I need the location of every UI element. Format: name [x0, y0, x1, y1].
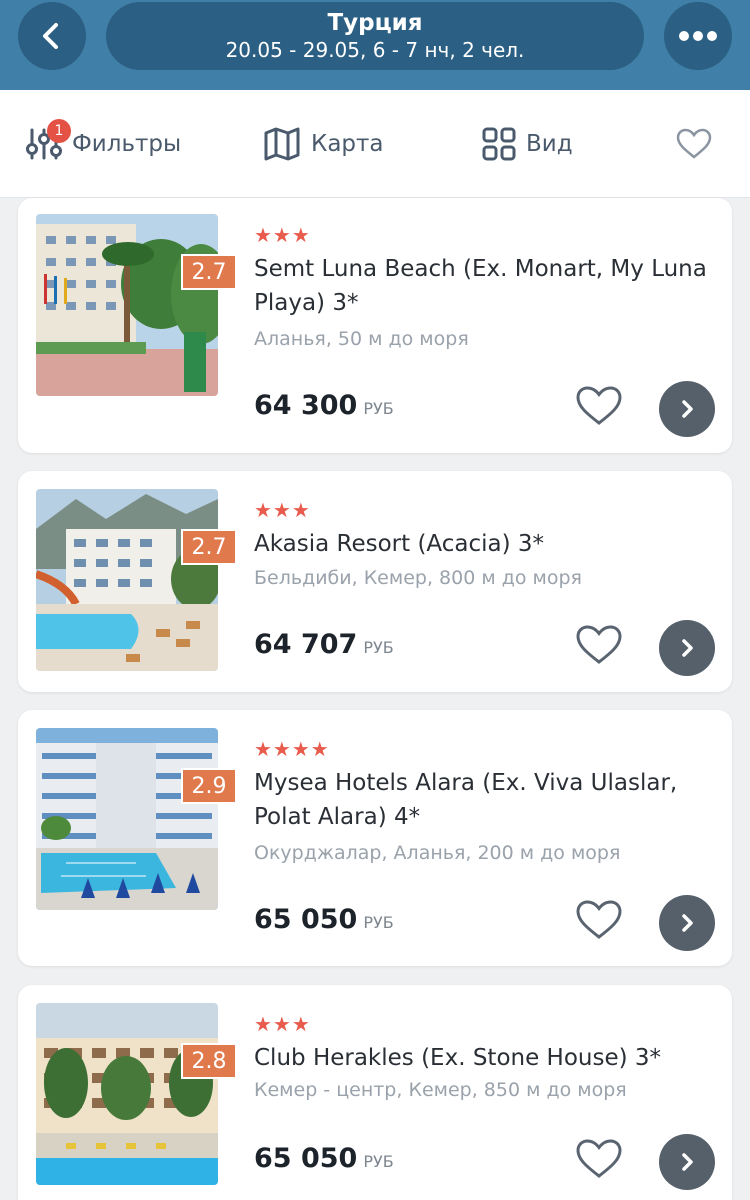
price-value: 64 300 — [254, 390, 358, 421]
hotel-card[interactable]: 2.7 ★★★ Semt Luna Beach (Ex. Monart, My … — [18, 198, 732, 453]
hotel-card[interactable]: 2.8 ★★★ Club Herakles (Ex. Stone House) … — [18, 985, 732, 1200]
page-title: Турция — [327, 9, 423, 36]
rating-badge: 2.7 — [181, 529, 237, 565]
hotel-price: 65 050 РУБ — [254, 1143, 394, 1174]
more-button[interactable] — [664, 2, 732, 70]
view-button[interactable]: Вид — [482, 90, 573, 198]
rating-badge: 2.8 — [181, 1043, 237, 1079]
hotel-photo[interactable] — [36, 1003, 218, 1185]
price-value: 65 050 — [254, 904, 358, 935]
open-hotel-button[interactable] — [659, 1134, 715, 1190]
chevron-right-icon — [682, 400, 693, 418]
filters-label: Фильтры — [72, 131, 182, 157]
hotel-stars: ★★★ — [254, 498, 311, 522]
hotel-price: 64 707 РУБ — [254, 629, 394, 660]
price-currency: РУБ — [363, 913, 394, 932]
rating-badge: 2.7 — [181, 254, 237, 290]
hotel-name[interactable]: Mysea Hotels Alara (Ex. Viva Ulaslar, Po… — [254, 766, 714, 834]
heart-icon — [576, 386, 622, 425]
price-value: 65 050 — [254, 1143, 358, 1174]
hotel-card[interactable]: 2.9 ★★★★ Mysea Hotels Alara (Ex. Viva Ul… — [18, 710, 732, 966]
view-label: Вид — [526, 131, 573, 157]
hotel-price: 64 300 РУБ — [254, 390, 394, 421]
search-summary-button[interactable]: Турция 20.05 - 29.05, 6 - 7 нч, 2 чел. — [106, 2, 644, 70]
open-hotel-button[interactable] — [659, 381, 715, 437]
hotel-location: Кемер - центр, Кемер, 850 м до моря — [254, 1079, 627, 1101]
hotel-stars: ★★★ — [254, 1012, 311, 1036]
rating-badge: 2.9 — [181, 768, 237, 804]
hotel-photo[interactable] — [36, 214, 218, 396]
search-params: 20.05 - 29.05, 6 - 7 нч, 2 чел. — [225, 37, 525, 62]
app-header: Турция 20.05 - 29.05, 6 - 7 нч, 2 чел. — [0, 0, 750, 90]
heart-icon — [576, 625, 622, 664]
hotel-name[interactable]: Club Herakles (Ex. Stone House) 3* — [254, 1041, 714, 1075]
hotel-location: Бельдиби, Кемер, 800 м до моря — [254, 567, 582, 589]
map-label: Карта — [311, 131, 384, 157]
hotel-photo[interactable] — [36, 489, 218, 671]
more-dots-icon — [679, 31, 717, 41]
chevron-right-icon — [682, 639, 693, 657]
heart-icon — [576, 1139, 622, 1178]
open-hotel-button[interactable] — [659, 620, 715, 676]
hotel-name[interactable]: Semt Luna Beach (Ex. Monart, My Luna Pla… — [254, 252, 714, 320]
toolbar: Фильтры 1 Карта Вид — [0, 90, 750, 198]
chevron-right-icon — [682, 914, 693, 932]
hotel-location: Окурджалар, Аланья, 200 м до моря — [254, 842, 621, 864]
favorite-button[interactable] — [574, 895, 624, 945]
price-currency: РУБ — [363, 638, 394, 657]
back-button[interactable] — [18, 2, 86, 70]
hotel-location: Аланья, 50 м до моря — [254, 328, 469, 350]
hotel-card[interactable]: 2.7 ★★★ Akasia Resort (Acacia) 3* Бельди… — [18, 471, 732, 692]
hotel-stars: ★★★ — [254, 223, 311, 247]
heart-icon — [576, 900, 622, 939]
favorites-button[interactable] — [676, 90, 712, 198]
map-button[interactable]: Карта — [263, 90, 384, 198]
hotel-name[interactable]: Akasia Resort (Acacia) 3* — [254, 527, 714, 561]
favorite-button[interactable] — [574, 620, 624, 670]
map-icon — [264, 127, 300, 161]
price-value: 64 707 — [254, 629, 358, 660]
filters-button[interactable]: Фильтры — [26, 90, 181, 198]
open-hotel-button[interactable] — [659, 895, 715, 951]
hotel-price: 65 050 РУБ — [254, 904, 394, 935]
favorite-button[interactable] — [574, 1134, 624, 1184]
filters-count-badge: 1 — [47, 119, 71, 143]
heart-icon — [676, 128, 712, 159]
chevron-right-icon — [682, 1153, 693, 1171]
favorite-button[interactable] — [574, 381, 624, 431]
chevron-left-icon — [43, 23, 58, 49]
hotel-photo[interactable] — [36, 728, 218, 910]
grid-view-icon — [482, 127, 516, 161]
hotel-stars: ★★★★ — [254, 737, 330, 761]
price-currency: РУБ — [363, 399, 394, 418]
price-currency: РУБ — [363, 1152, 394, 1171]
